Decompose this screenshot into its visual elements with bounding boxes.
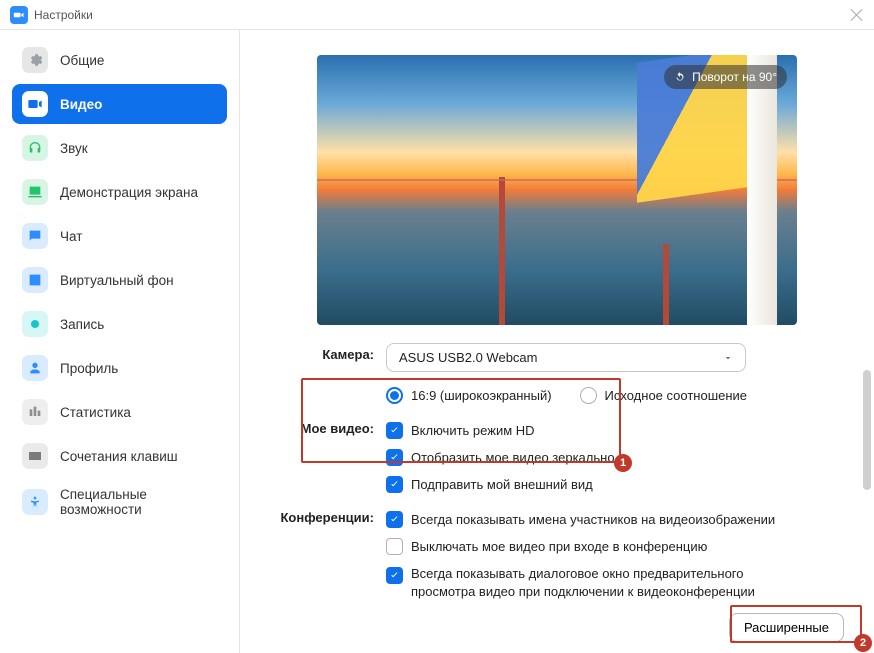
off-on-join-label: Выключать мое видео при входе в конферен…	[411, 539, 707, 554]
names-checkbox[interactable]: Всегда показывать имена участников на ви…	[386, 506, 844, 533]
sidebar-item-share[interactable]: Демонстрация экрана	[12, 172, 227, 212]
record-icon	[22, 311, 48, 337]
checkbox-unchecked-icon	[386, 538, 403, 555]
sidebar-item-general[interactable]: Общие	[12, 40, 227, 80]
sidebar-item-keys[interactable]: Сочетания клавиш	[12, 436, 227, 476]
window-title: Настройки	[34, 8, 93, 22]
scrollbar[interactable]	[863, 370, 871, 570]
headphones-icon	[22, 135, 48, 161]
checkbox-checked-icon	[386, 449, 403, 466]
chevron-down-icon	[723, 353, 733, 363]
sidebar-item-label: Запись	[60, 317, 104, 332]
touchup-checkbox[interactable]: Подправить мой внешний вид	[386, 471, 844, 498]
sidebar-item-audio[interactable]: Звук	[12, 128, 227, 168]
zoom-app-icon	[10, 6, 28, 24]
preview-dialog-checkbox[interactable]: Всегда показывать диалоговое окно предва…	[386, 560, 844, 605]
aspect-orig-label: Исходное соотношение	[605, 388, 748, 403]
aspect-wide-radio[interactable]: 16:9 (широкоэкранный)	[386, 382, 552, 409]
rotate-label: Поворот на 90°	[692, 70, 777, 84]
accessibility-icon	[22, 489, 48, 515]
annotation-badge-2: 2	[854, 634, 872, 652]
off-on-join-checkbox[interactable]: Выключать мое видео при входе в конферен…	[386, 533, 844, 560]
sidebar-item-label: Демонстрация экрана	[60, 185, 198, 200]
sidebar-item-rec[interactable]: Запись	[12, 304, 227, 344]
stats-icon	[22, 399, 48, 425]
sidebar-item-chat[interactable]: Чат	[12, 216, 227, 256]
sidebar-item-vbg[interactable]: Виртуальный фон	[12, 260, 227, 300]
radio-selected-icon	[386, 387, 403, 404]
mirror-checkbox[interactable]: Отобразить мое видео зеркально	[386, 444, 844, 471]
sidebar-item-label: Общие	[60, 53, 104, 68]
sidebar-item-label: Чат	[60, 229, 82, 244]
sidebar-item-label: Видео	[60, 97, 102, 112]
sidebar-item-label: Профиль	[60, 361, 118, 376]
radio-unselected-icon	[580, 387, 597, 404]
hd-label: Включить режим HD	[411, 423, 535, 438]
sidebar-item-label: Сочетания клавиш	[60, 449, 178, 464]
aspect-wide-label: 16:9 (широкоэкранный)	[411, 388, 552, 403]
sidebar-item-stats[interactable]: Статистика	[12, 392, 227, 432]
close-icon[interactable]	[850, 8, 864, 22]
aspect-orig-radio[interactable]: Исходное соотношение	[580, 382, 748, 409]
camera-select-value: ASUS USB2.0 Webcam	[399, 350, 537, 365]
sidebar-item-label: Статистика	[60, 405, 131, 420]
sidebar-item-profile[interactable]: Профиль	[12, 348, 227, 388]
names-label: Всегда показывать имена участников на ви…	[411, 512, 775, 527]
mirror-label: Отобразить мое видео зеркально	[411, 450, 615, 465]
titlebar: Настройки	[0, 0, 874, 30]
hd-checkbox[interactable]: Включить режим HD	[386, 417, 844, 444]
chat-icon	[22, 223, 48, 249]
sidebar: Общие Видео Звук Демонстрация экрана Чат…	[0, 30, 240, 653]
rotate-90-button[interactable]: Поворот на 90°	[664, 65, 787, 89]
sidebar-item-label: Специальные возможности	[60, 487, 200, 517]
video-preview: Поворот на 90°	[317, 55, 797, 325]
scrollbar-thumb[interactable]	[863, 370, 871, 490]
share-screen-icon	[22, 179, 48, 205]
sidebar-item-label: Виртуальный фон	[60, 273, 174, 288]
advanced-button[interactable]: Расширенные	[729, 613, 844, 642]
keyboard-icon	[22, 443, 48, 469]
virtual-background-icon	[22, 267, 48, 293]
sidebar-item-label: Звук	[60, 141, 88, 156]
camera-label: Камера:	[270, 343, 386, 362]
preview-dialog-label: Всегда показывать диалоговое окно предва…	[411, 565, 811, 600]
myvideo-label: Мое видео:	[270, 417, 386, 436]
touchup-label: Подправить мой внешний вид	[411, 477, 593, 492]
checkbox-checked-icon	[386, 476, 403, 493]
sidebar-item-video[interactable]: Видео	[12, 84, 227, 124]
checkbox-checked-icon	[386, 567, 403, 584]
checkbox-checked-icon	[386, 422, 403, 439]
video-icon	[22, 91, 48, 117]
checkbox-checked-icon	[386, 511, 403, 528]
rotate-icon	[674, 71, 686, 83]
sidebar-item-access[interactable]: Специальные возможности	[12, 480, 227, 524]
profile-icon	[22, 355, 48, 381]
gear-icon	[22, 47, 48, 73]
camera-select[interactable]: ASUS USB2.0 Webcam	[386, 343, 746, 372]
meetings-label: Конференции:	[270, 506, 386, 525]
content-pane: Поворот на 90° Камера: ASUS USB2.0 Webca…	[240, 30, 874, 653]
